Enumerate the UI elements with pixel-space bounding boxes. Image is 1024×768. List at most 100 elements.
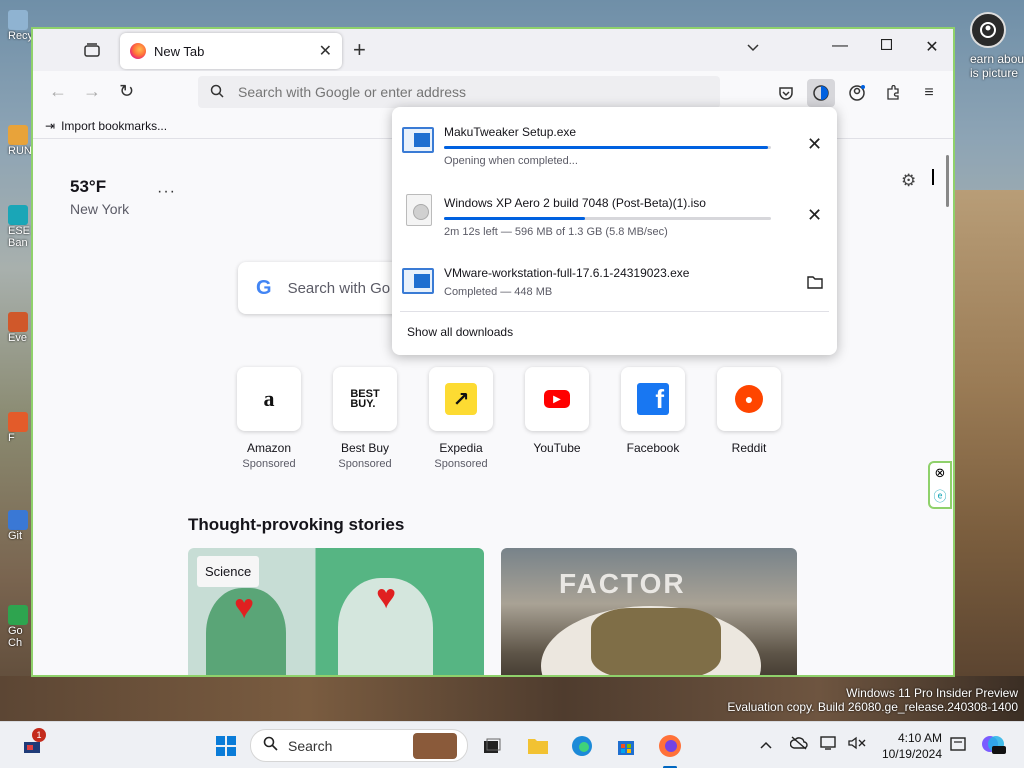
downloads-panel: MakuTweaker Setup.exe Opening when compl… (392, 107, 837, 355)
bestbuy-icon: BEST BUY. (350, 388, 380, 410)
close-tab-icon[interactable]: ✕ (319, 41, 332, 61)
downloads-icon[interactable] (807, 79, 835, 107)
address-input[interactable] (238, 84, 698, 100)
top-site-youtube[interactable]: ▶ YouTube (509, 367, 605, 470)
top-site-bestbuy[interactable]: BEST BUY. Best Buy Sponsored (317, 367, 413, 470)
desktop-icon-run[interactable]: RUN (8, 125, 32, 157)
show-all-downloads-button[interactable]: Show all downloads (407, 325, 513, 339)
system-clock[interactable]: 4:10 AM 10/19/2024 (872, 730, 942, 762)
tab-title: New Tab (154, 43, 205, 59)
desktop-icon-f[interactable]: F (8, 412, 32, 444)
import-bookmarks-link[interactable]: Import bookmarks... (61, 119, 167, 133)
start-icon[interactable] (212, 732, 240, 760)
download-filename: MakuTweaker Setup.exe (444, 125, 577, 139)
store-icon[interactable] (612, 732, 640, 760)
download-item[interactable]: VMware-workstation-full-17.6.1-24319023.… (402, 262, 827, 322)
desktop-icon-eset[interactable]: ESE Ban (8, 205, 32, 249)
story-card-science[interactable]: ♥ ♥ Science (188, 548, 484, 675)
weather-temperature[interactable]: 53°F (70, 177, 106, 197)
tab-new-tab[interactable]: New Tab ✕ (120, 33, 342, 69)
firefox-icon (130, 43, 146, 59)
download-status: Opening when completed... (444, 155, 578, 167)
watermark-line2: Evaluation copy. Build 26080.ge_release.… (727, 700, 1018, 714)
forward-icon[interactable]: → (83, 81, 101, 102)
git-icon (8, 510, 28, 530)
account-icon[interactable] (843, 79, 871, 107)
shortcut-icon (8, 412, 28, 432)
download-progress (444, 217, 771, 220)
story-category-badge: Science (197, 556, 260, 587)
desktop-wallpaper-rock (952, 190, 1024, 680)
story-image-food (591, 608, 721, 675)
desktop-icon-label: ESE Ban (8, 225, 31, 249)
firefox-taskbar-icon[interactable] (656, 732, 684, 760)
learn-about-picture[interactable]: earn about is picture (956, 12, 1024, 80)
cancel-icon[interactable]: ✕ (807, 205, 822, 226)
close-window-icon[interactable]: ✕ (909, 37, 953, 57)
top-site-amazon[interactable]: a Amazon Sponsored (221, 367, 317, 470)
back-icon[interactable]: ← (49, 81, 67, 102)
edge-icon[interactable] (568, 732, 596, 760)
volume-muted-icon[interactable] (848, 736, 866, 753)
weather-more-icon[interactable]: ··· (157, 183, 176, 201)
sponsored-label: Sponsored (242, 458, 296, 470)
task-view-icon[interactable] (478, 732, 506, 760)
run-icon (8, 125, 28, 145)
watermark-line1: Windows 11 Pro Insider Preview (846, 686, 1018, 700)
windows-watermark: Windows 11 Pro Insider Preview Evaluatio… (727, 686, 1018, 714)
top-site-label: YouTube (533, 441, 581, 455)
firefox-view-icon[interactable] (81, 39, 103, 61)
notification-center-icon[interactable] (950, 736, 968, 755)
extensions-icon[interactable] (879, 79, 907, 107)
reddit-icon: ● (735, 385, 763, 413)
amazon-icon: a (263, 386, 275, 411)
cloud-icon[interactable] (789, 736, 808, 753)
download-progress (444, 146, 771, 149)
address-bar[interactable] (198, 76, 720, 108)
close-icon[interactable]: ⊗ (935, 465, 946, 481)
folder-icon[interactable] (807, 275, 823, 293)
maximize-icon[interactable] (863, 37, 909, 55)
top-site-facebook[interactable]: f Facebook (605, 367, 701, 470)
desktop-icon-chrome[interactable]: Go Ch (8, 605, 32, 649)
desktop-icon-recycle-bin[interactable]: Recy (8, 10, 33, 42)
story-card-factor[interactable]: FACTOR (501, 548, 797, 675)
sponsored-label: Sponsored (338, 458, 392, 470)
scrollbar-thumb[interactable] (946, 155, 949, 207)
desktop-icon-git[interactable]: Git (8, 510, 32, 542)
desktop-icon-label: RUN (8, 145, 32, 157)
top-site-label: Best Buy (340, 441, 390, 455)
new-tab-button[interactable]: + (353, 37, 366, 63)
expedia-icon: ↗ (445, 383, 477, 415)
taskbar-search-placeholder: Search (288, 737, 333, 754)
pocket-icon[interactable] (772, 79, 800, 107)
top-site-reddit[interactable]: ● Reddit (701, 367, 797, 470)
desktop-icon-label: Git (8, 530, 23, 542)
list-all-tabs-icon[interactable] (747, 41, 759, 55)
network-icon[interactable] (820, 736, 838, 753)
chevron-up-icon[interactable] (760, 736, 772, 752)
gear-icon[interactable]: ⚙ (901, 171, 916, 191)
desktop-icon-eve[interactable]: Eve (8, 312, 32, 344)
reload-icon[interactable]: ↻ (119, 81, 134, 102)
minimize-icon[interactable]: — (817, 37, 863, 55)
taskbar-search[interactable]: Search (250, 729, 468, 762)
download-status: 2m 12s left — 596 MB of 1.3 GB (5.8 MB/s… (444, 226, 668, 238)
top-site-expedia[interactable]: ↗ Expedia Sponsored (413, 367, 509, 470)
download-item[interactable]: MakuTweaker Setup.exe Opening when compl… (402, 121, 827, 181)
top-site-label: Expedia (439, 441, 483, 455)
youtube-icon: ▶ (544, 390, 570, 408)
menu-icon[interactable]: ≡ (915, 79, 943, 107)
download-item[interactable]: Windows XP Aero 2 build 7048 (Post-Beta)… (402, 192, 827, 252)
search-placeholder: Search with Go (287, 279, 391, 297)
cancel-icon[interactable]: ✕ (807, 134, 822, 155)
side-widget[interactable]: ⊗ ⓔ (928, 461, 952, 509)
file-explorer-icon[interactable] (524, 732, 552, 760)
iso-file-icon (406, 194, 432, 226)
copilot-icon[interactable] (980, 732, 1006, 759)
mouse-cursor-icon (932, 169, 942, 185)
weather-city[interactable]: New York (70, 201, 129, 217)
download-filename: Windows XP Aero 2 build 7048 (Post-Beta)… (444, 196, 706, 210)
download-status: Completed — 448 MB (444, 286, 553, 298)
eset-icon[interactable]: ⓔ (933, 486, 946, 505)
